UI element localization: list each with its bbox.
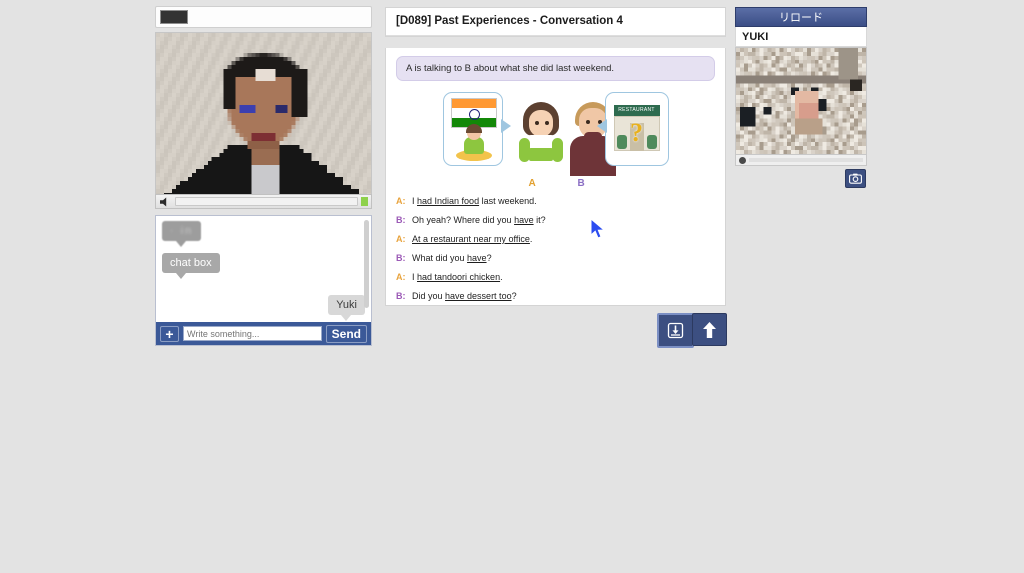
question-mark-icon: ? — [630, 118, 643, 147]
chat-message-row-own: Yuki — [162, 295, 365, 322]
chat-scrollbar[interactable] — [364, 220, 369, 308]
dialogue-text: I had Indian food last weekend. — [412, 196, 537, 206]
restaurant-sign-text: RESTAURANT — [618, 107, 655, 113]
dialogue-line: A: I had tandoori chicken. — [396, 272, 715, 283]
partner-video[interactable] — [735, 47, 867, 155]
dialogue-speaker: A: — [396, 196, 406, 206]
lesson-title: [D089] Past Experiences - Conversation 4 — [386, 8, 725, 36]
download-to-tray-icon — [667, 322, 684, 339]
video-progress-knob[interactable] — [739, 156, 746, 164]
chat-message-list: · in chat box Yuki — [156, 216, 371, 322]
partner-video-frame — [736, 48, 866, 154]
character-a-illustration — [518, 102, 563, 176]
send-button[interactable]: Send — [325, 324, 367, 343]
arrow-up-icon — [703, 321, 716, 338]
dialogue-text: Did you have dessert too? — [412, 291, 517, 301]
lesson-illustration: RESTAURANT ? — [441, 90, 671, 176]
woman-eating-illustration — [455, 123, 492, 161]
dialogue-text: What did you have? — [412, 253, 492, 263]
dialogue-text: Oh yeah? Where did you have it? — [412, 215, 546, 225]
volume-indicator — [361, 197, 368, 206]
lesson-prompt: A is talking to B about what she did las… — [396, 56, 715, 81]
video-controls[interactable] — [155, 194, 372, 209]
chat-message-text: chat box — [170, 257, 212, 269]
dialogue-speaker: B: — [396, 253, 406, 263]
dialogue-line: A: At a restaurant near my office. — [396, 234, 715, 245]
dialogue-list: A: I had Indian food last weekend. B: Oh ye… — [396, 196, 715, 302]
dialogue-speaker: A: — [396, 272, 406, 282]
dialogue-text: I had tandoori chicken. — [412, 272, 503, 282]
label-character-b: B — [577, 178, 585, 189]
camera-icon — [849, 173, 862, 184]
speech-bubble-right: RESTAURANT ? — [596, 92, 669, 166]
scroll-up-button[interactable] — [692, 313, 727, 346]
dialogue-speaker: A: — [396, 234, 406, 244]
right-column: リロード YUKI — [735, 7, 867, 166]
chat-input-bar: + Send — [156, 322, 371, 345]
redacted-block — [160, 10, 188, 24]
webcam-video-frame — [156, 33, 371, 197]
webcam-video[interactable] — [155, 32, 372, 198]
reload-button[interactable]: リロード — [735, 7, 867, 27]
lesson-card-header: [D089] Past Experiences - Conversation 4 — [385, 7, 726, 37]
save-button[interactable] — [657, 313, 694, 348]
character-labels: A B — [441, 178, 671, 192]
video-progress-track[interactable] — [749, 158, 863, 162]
partner-name-label: YUKI — [735, 27, 867, 47]
lesson-body: A is talking to B about what she did las… — [385, 48, 726, 306]
dialogue-line: B: Did you have dessert too? — [396, 291, 715, 302]
app-root: · in chat box Yuki + Send [D089] Past Ex… — [0, 0, 1024, 573]
speaker-icon[interactable] — [159, 196, 172, 207]
chat-message-redacted: · in — [162, 221, 202, 247]
dialogue-speaker: B: — [396, 291, 406, 301]
add-attachment-button[interactable]: + — [160, 325, 179, 342]
chat-message-input[interactable] — [183, 326, 322, 341]
chat-message: chat box — [162, 253, 220, 279]
chat-message-text: · in — [170, 225, 194, 237]
dialogue-line: B: Oh yeah? Where did you have it? — [396, 215, 715, 226]
partner-video-controls[interactable] — [735, 155, 867, 166]
dialogue-speaker: B: — [396, 215, 406, 225]
camera-button[interactable] — [845, 169, 866, 188]
label-character-a: A — [528, 178, 536, 189]
volume-slider[interactable] — [175, 197, 358, 206]
restaurant-illustration: RESTAURANT ? — [613, 105, 660, 151]
video-topbar — [155, 6, 372, 28]
chat-box: · in chat box Yuki + Send — [155, 215, 372, 346]
chat-message-own: Yuki — [328, 295, 365, 321]
chat-message-text: Yuki — [336, 299, 357, 311]
dialogue-line: A: I had Indian food last weekend. — [396, 196, 715, 207]
dialogue-text: At a restaurant near my office. — [412, 234, 533, 244]
left-column — [155, 6, 372, 28]
speech-bubble-left — [442, 92, 511, 166]
dialogue-line: B: What did you have? — [396, 253, 715, 264]
